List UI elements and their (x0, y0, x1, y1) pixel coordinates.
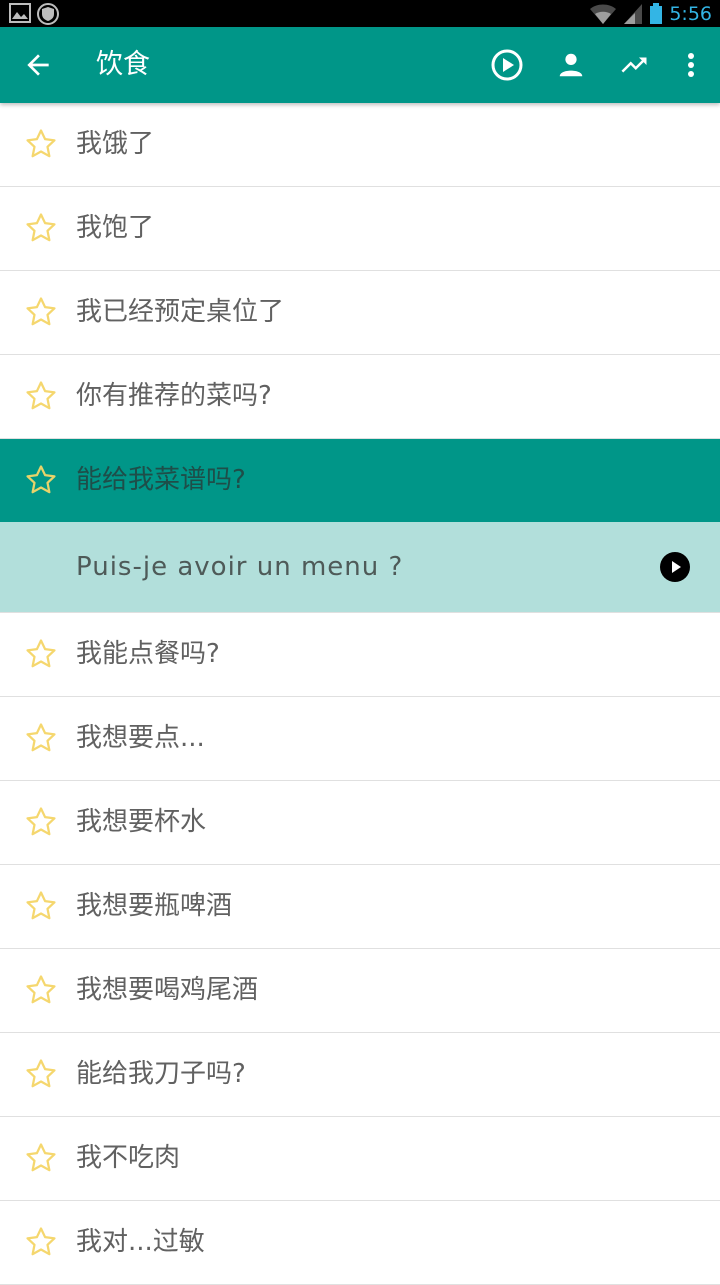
favorite-star-icon[interactable] (24, 295, 58, 329)
phrase-row-selected[interactable]: 能给我菜谱吗? (0, 439, 720, 522)
back-button[interactable] (22, 49, 54, 81)
play-translation-button[interactable] (660, 552, 690, 582)
favorite-star-icon[interactable] (24, 1057, 58, 1091)
phrase-text: 我对...过敏 (76, 1227, 205, 1257)
more-vert-icon (688, 53, 694, 77)
profile-button[interactable] (553, 47, 589, 83)
phrase-row[interactable]: 我想要瓶啤酒 (0, 865, 720, 949)
more-options-button[interactable] (673, 47, 709, 83)
phrase-row[interactable]: 能给我刀子吗? (0, 1033, 720, 1117)
phrase-row[interactable]: 我能点餐吗? (0, 613, 720, 697)
phrase-text: 能给我菜谱吗? (76, 465, 246, 495)
phrase-row[interactable]: 我想要点... (0, 697, 720, 781)
back-arrow-icon (27, 54, 49, 76)
play-all-button[interactable] (489, 47, 525, 83)
play-circle-icon (491, 49, 523, 81)
favorite-star-icon[interactable] (24, 127, 58, 161)
cell-signal-icon (624, 4, 643, 24)
phrase-row[interactable]: 我不吃肉 (0, 1117, 720, 1201)
person-icon (559, 53, 583, 77)
phrase-row[interactable]: 我饿了 (0, 103, 720, 187)
phrase-text: 我饱了 (76, 213, 155, 243)
page-title: 饮食 (96, 49, 150, 80)
favorite-star-icon[interactable] (24, 463, 58, 497)
favorite-star-icon[interactable] (24, 211, 58, 245)
clock: 5:56 (669, 3, 712, 25)
play-circle-icon (660, 552, 690, 582)
phrase-row[interactable]: 我想要喝鸡尾酒 (0, 949, 720, 1033)
favorite-star-icon[interactable] (24, 1225, 58, 1259)
phrase-text: 我能点餐吗? (76, 639, 220, 669)
phrase-text: 我已经预定桌位了 (76, 297, 285, 327)
app-toolbar: 饮食 (0, 27, 720, 103)
phrase-text: 我想要点... (76, 723, 205, 753)
phrase-text: 我想要瓶啤酒 (76, 891, 233, 921)
favorite-star-icon[interactable] (24, 889, 58, 923)
phrase-row[interactable]: 你有推荐的菜吗? (0, 355, 720, 439)
trending-up-icon (621, 57, 647, 73)
favorite-star-icon[interactable] (24, 805, 58, 839)
battery-icon (650, 3, 663, 24)
phrase-list: 我饿了 我饱了 我已经预定桌位了 你有推荐的菜吗? 能给我菜谱吗? Puis-j… (0, 103, 720, 1285)
image-notification-icon (9, 3, 31, 23)
progress-button[interactable] (616, 47, 652, 83)
status-bar: 5:56 (0, 0, 720, 27)
phrase-text: 我想要喝鸡尾酒 (76, 975, 259, 1005)
favorite-star-icon[interactable] (24, 973, 58, 1007)
phrase-text: 能给我刀子吗? (76, 1059, 246, 1089)
translation-panel: Puis-je avoir un menu ? (0, 522, 720, 613)
wifi-icon (590, 4, 617, 24)
phrase-row[interactable]: 我对...过敏 (0, 1201, 720, 1285)
favorite-star-icon[interactable] (24, 721, 58, 755)
phrase-text: 你有推荐的菜吗? (76, 381, 272, 411)
favorite-star-icon[interactable] (24, 379, 58, 413)
phrase-row[interactable]: 我已经预定桌位了 (0, 271, 720, 355)
favorite-star-icon[interactable] (24, 637, 58, 671)
favorite-star-icon[interactable] (24, 1141, 58, 1175)
translation-text: Puis-je avoir un menu ? (76, 552, 404, 582)
phrase-text: 我想要杯水 (76, 807, 207, 837)
phrase-row[interactable]: 我饱了 (0, 187, 720, 271)
phrase-row[interactable]: 我想要杯水 (0, 781, 720, 865)
phrase-text: 我饿了 (76, 129, 155, 159)
shield-notification-icon (37, 3, 59, 25)
phrase-text: 我不吃肉 (76, 1143, 181, 1173)
